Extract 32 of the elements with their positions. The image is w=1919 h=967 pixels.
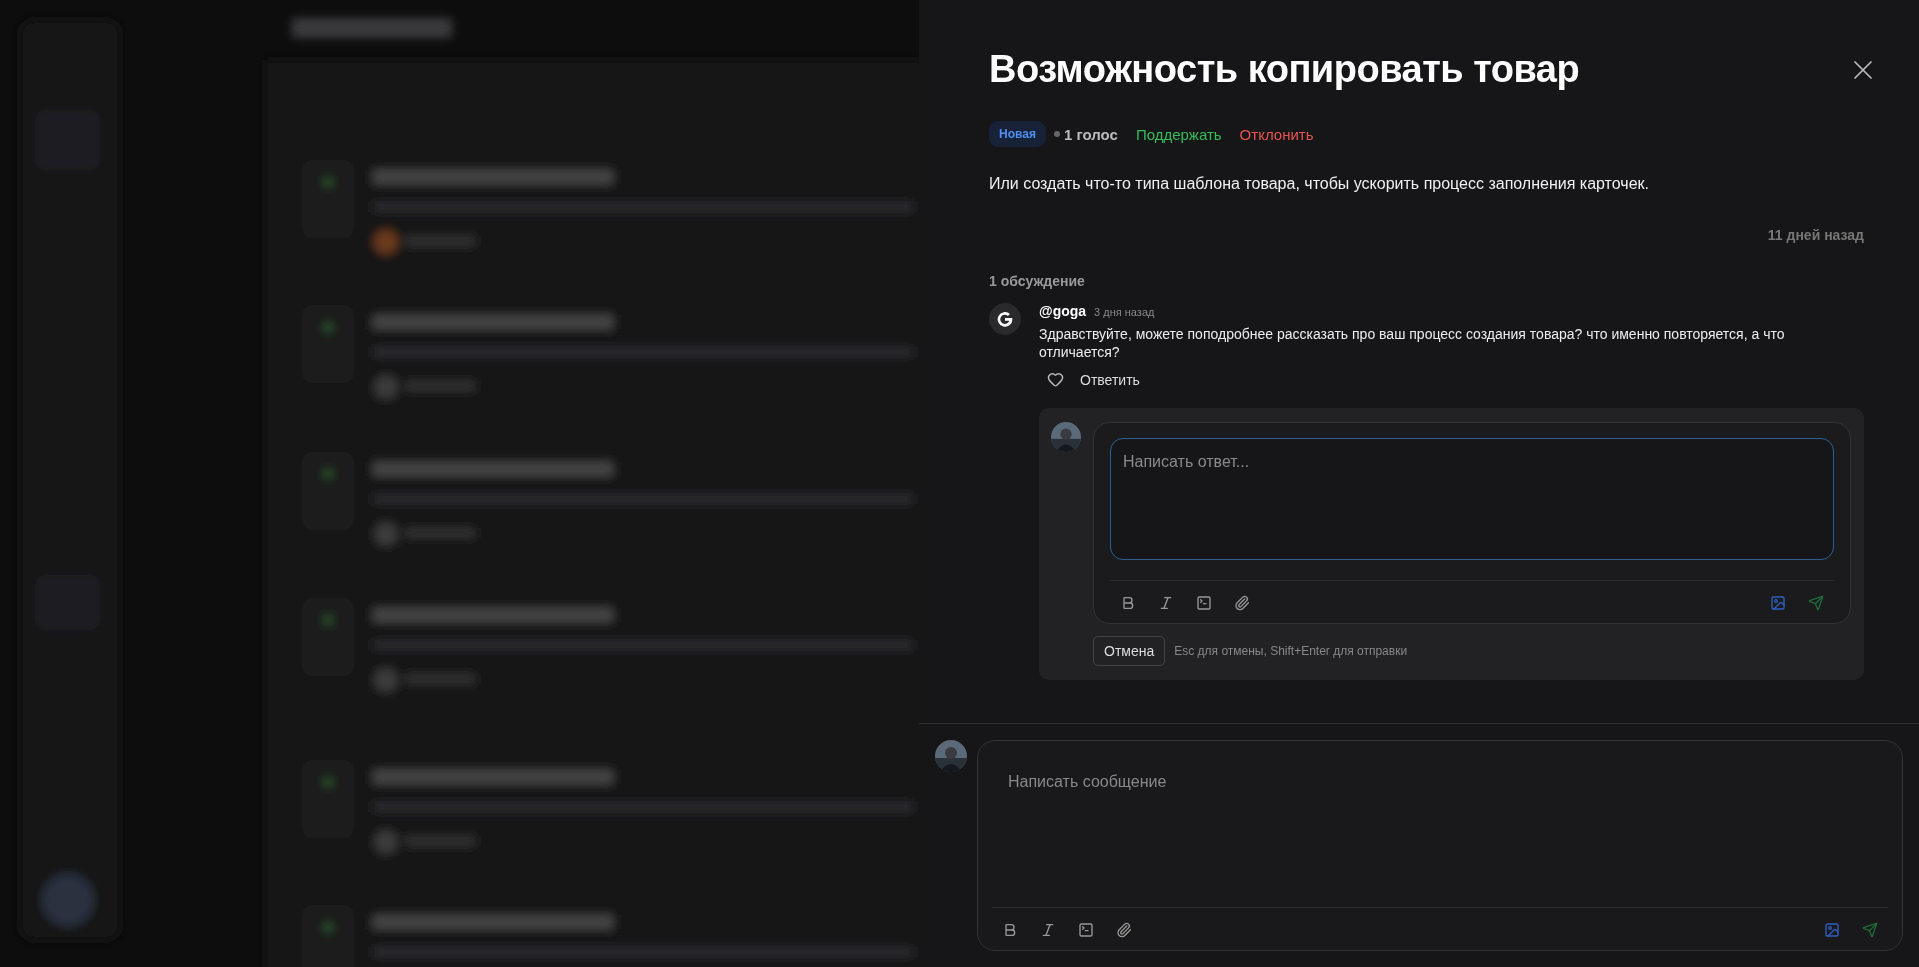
italic-button[interactable] — [1158, 595, 1174, 611]
status-badge: Новая — [989, 121, 1046, 147]
idea-description: Или создать что-то типа шаблона товара, чтобы ускорить процесс заполнения карточек. — [989, 175, 1650, 193]
avatar — [1051, 422, 1081, 452]
keyboard-hint: Esc для отмены, Shift+Enter для отправки — [1174, 644, 1408, 658]
reply-field[interactable]: Написать ответ... — [1110, 438, 1834, 560]
cancel-button[interactable]: Отмена — [1093, 636, 1166, 666]
comment-text: Здравствуйте, можете поподробнее рассказать про ваш процесс создания товара? что именно повторяется, а что отличается? — [1039, 325, 1786, 361]
bold-button[interactable] — [1120, 595, 1136, 611]
support-link[interactable]: Поддержать — [1135, 125, 1222, 143]
idea-date: 11 дней назад — [1767, 227, 1864, 243]
attach-button[interactable] — [1116, 922, 1132, 938]
send-button[interactable] — [1808, 595, 1824, 611]
bold-button[interactable] — [1002, 922, 1018, 938]
reject-link[interactable]: Отклонить — [1239, 125, 1314, 143]
avatar — [935, 740, 967, 772]
code-button[interactable] — [1196, 595, 1212, 611]
comment-time: 3 дня назад — [1094, 306, 1155, 318]
attach-button[interactable] — [1234, 595, 1250, 611]
message-input[interactable]: Написать сообщение — [992, 741, 1888, 891]
italic-button[interactable] — [1040, 922, 1056, 938]
message-composer[interactable]: Написать сообщение — [977, 740, 1903, 951]
like-button[interactable] — [1047, 371, 1064, 388]
idea-title: Возможность копировать товар — [989, 48, 1580, 91]
vote-count: 1 голос — [1053, 125, 1118, 143]
image-button[interactable] — [1824, 922, 1840, 938]
discussion-count: 1 обсуждение — [989, 273, 1086, 289]
reply-button[interactable]: Ответить — [1080, 371, 1140, 388]
code-button[interactable] — [1078, 922, 1094, 938]
image-button[interactable] — [1770, 595, 1786, 611]
send-button[interactable] — [1862, 922, 1878, 938]
comment-author: @goga — [1039, 303, 1087, 319]
